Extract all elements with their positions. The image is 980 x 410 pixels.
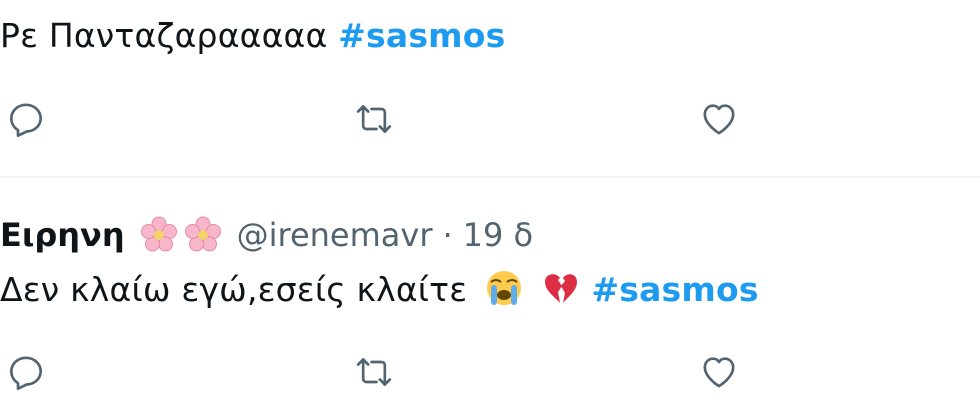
tweet-2-header: Ειρηνη @irenemavr · 19 δ: [0, 213, 533, 257]
tweet-2-actions: [0, 350, 980, 394]
tweet-divider: [0, 176, 980, 178]
heart-icon: [703, 357, 735, 388]
tweet-1-hashtag-link[interactable]: #sasmos: [338, 16, 505, 55]
tweet-1-reply-button[interactable]: [2, 97, 50, 141]
tweet-2-author-name[interactable]: Ειρηνη: [0, 216, 125, 254]
tweet-2-author-handle[interactable]: @irenemavr: [237, 216, 433, 254]
tweet-2-like-button[interactable]: [695, 350, 743, 394]
heart-icon: [703, 104, 735, 135]
header-separator: ·: [442, 216, 453, 254]
retweet-icon: [356, 105, 392, 133]
tweet-2-text: Δεν κλαίω εγώ,εσείς κλαίτε #sasmos: [0, 268, 759, 310]
reply-icon: [10, 356, 43, 390]
tweet-1-actions: [0, 97, 980, 141]
name-decorations: [139, 215, 223, 255]
tweet-2-reply-button[interactable]: [2, 350, 50, 394]
tweet-1-like-button[interactable]: [695, 97, 743, 141]
reply-icon: [10, 103, 43, 138]
tweet-1-body: Ρε Πανταζαρααααα: [0, 16, 328, 55]
loudly-crying-face-icon: [486, 271, 521, 305]
tweet-2-retweet-button[interactable]: [350, 350, 398, 394]
tweet-1-text: Ρε Πανταζαρααααα #sasmos: [0, 16, 505, 56]
tweet-2-timestamp[interactable]: 19 δ: [463, 216, 533, 254]
tweet-1-retweet-button[interactable]: [350, 97, 398, 141]
tweet-2-body: Δεν κλαίω εγώ,εσείς κλαίτε: [0, 270, 468, 309]
cherry-blossom-icon: [184, 216, 221, 252]
retweet-icon: [356, 358, 392, 386]
broken-heart-icon: [544, 274, 577, 303]
tweet-2-hashtag-link[interactable]: #sasmos: [591, 270, 758, 309]
cherry-blossom-icon: [140, 216, 177, 252]
